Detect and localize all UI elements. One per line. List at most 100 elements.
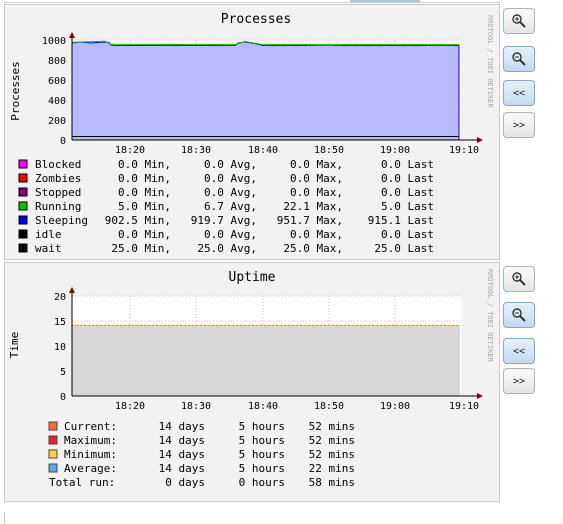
- legend-min: 902.5 Min,: [105, 214, 171, 227]
- uptime-graph-svg: Uptime Time RRDTOOL / TOBI OETIKER 20 15…: [8, 269, 494, 489]
- legend-name: wait: [35, 242, 62, 255]
- zoom-out-button[interactable]: [503, 46, 535, 72]
- graph-title: Uptime: [229, 270, 276, 285]
- legend-avg: 25.0 Avg,: [197, 242, 257, 255]
- legend-days: 14 days: [159, 448, 205, 461]
- x-tick-label: 19:10: [449, 145, 479, 156]
- legend-last: 0.0 Last: [381, 228, 434, 241]
- legend-max: 951.7 Max,: [277, 214, 343, 227]
- legend-last: 25.0 Last: [374, 242, 434, 255]
- x-tick-label: 18:20: [115, 401, 145, 412]
- y-axis-label: Processes: [9, 61, 22, 121]
- legend-min: 25.0 Min,: [111, 242, 171, 255]
- x-tick-label: 19:10: [449, 401, 479, 412]
- x-tick-label: 18:30: [181, 401, 211, 412]
- legend-max: 0.0 Max,: [290, 186, 343, 199]
- legend: Current: 14 days 5 hours 52 mins Maximum…: [48, 420, 355, 489]
- legend-row-sleeping: Sleeping 902.5 Min, 919.7 Avg, 951.7 Max…: [18, 214, 434, 227]
- legend-last: 915.1 Last: [368, 214, 434, 227]
- legend-row-wait: wait 25.0 Min, 25.0 Avg, 25.0 Max, 25.0 …: [18, 242, 434, 255]
- legend-last: 0.0 Last: [381, 172, 434, 185]
- legend-swatch: [18, 243, 28, 253]
- forward-button[interactable]: >>: [503, 368, 535, 394]
- y-tick-label: 200: [48, 116, 66, 127]
- legend-days: 14 days: [159, 434, 205, 447]
- sleeping-area: [72, 42, 459, 140]
- legend-avg: 0.0 Avg,: [204, 172, 257, 185]
- legend-swatch: [18, 159, 28, 169]
- y-axis-arrow: [69, 287, 75, 293]
- x-tick-label: 18:40: [248, 401, 278, 412]
- legend-days: 14 days: [159, 420, 205, 433]
- y-tick-label: 800: [48, 56, 66, 67]
- y-tick-label: 20: [54, 292, 66, 303]
- legend-days: 0 days: [165, 476, 205, 489]
- legend-avg: 0.0 Avg,: [204, 158, 257, 171]
- legend-row-minimum: Minimum: 14 days 5 hours 52 mins: [48, 448, 355, 461]
- legend-max: 25.0 Max,: [283, 242, 343, 255]
- legend: Blocked 0.0 Min, 0.0 Avg, 0.0 Max, 0.0 L…: [18, 158, 434, 255]
- legend-avg: 919.7 Avg,: [191, 214, 257, 227]
- legend-min: 0.0 Min,: [118, 158, 171, 171]
- back-button[interactable]: <<: [503, 338, 535, 364]
- legend-mins: 22 mins: [309, 462, 355, 475]
- uptime-area: [72, 325, 460, 396]
- legend-name: Average:: [64, 462, 117, 475]
- legend-name: Total run:: [49, 476, 115, 489]
- legend-name: Running: [35, 200, 81, 213]
- legend-days: 14 days: [159, 462, 205, 475]
- x-tick-label: 18:20: [115, 145, 145, 156]
- zoom-in-icon: [512, 272, 526, 286]
- legend-row-maximum: Maximum: 14 days 5 hours 52 mins: [48, 434, 355, 447]
- legend-name: Stopped: [35, 186, 81, 199]
- legend-swatch: [48, 435, 58, 445]
- legend-row-current: Current: 14 days 5 hours 52 mins: [48, 420, 355, 433]
- legend-row-zombies: Zombies 0.0 Min, 0.0 Avg, 0.0 Max, 0.0 L…: [18, 172, 434, 185]
- processes-graph: Processes Processes RRDTOOL / TOBI OETIK…: [4, 4, 500, 260]
- y-axis-arrow: [69, 32, 75, 38]
- forward-button[interactable]: >>: [503, 112, 535, 138]
- legend-name: idle: [35, 228, 62, 241]
- legend-row-blocked: Blocked 0.0 Min, 0.0 Avg, 0.0 Max, 0.0 L…: [18, 158, 434, 171]
- legend-min: 0.0 Min,: [118, 228, 171, 241]
- y-tick-label: 600: [48, 76, 66, 87]
- legend-avg: 0.0 Avg,: [204, 186, 257, 199]
- legend-name: Zombies: [35, 172, 81, 185]
- legend-row-average: Average: 14 days 5 hours 22 mins: [48, 462, 355, 475]
- zoom-in-button[interactable]: [503, 266, 535, 292]
- zoom-out-button[interactable]: [503, 302, 535, 328]
- legend-hours: 5 hours: [239, 462, 285, 475]
- legend-swatch: [18, 229, 28, 239]
- legend-swatch: [48, 449, 58, 459]
- legend-name: Current:: [64, 420, 117, 433]
- y-tick-label: 10: [54, 342, 66, 353]
- back-button[interactable]: <<: [503, 80, 535, 106]
- y-tick-label: 5: [60, 367, 66, 378]
- y-tick-label: 1000: [42, 36, 66, 47]
- legend-mins: 52 mins: [309, 448, 355, 461]
- x-tick-label: 19:00: [380, 145, 410, 156]
- y-tick-label: 0: [60, 136, 66, 147]
- zoom-in-button[interactable]: [503, 8, 535, 34]
- legend-swatch: [18, 215, 28, 225]
- y-tick-label: 0: [60, 392, 66, 403]
- legend-row-stopped: Stopped 0.0 Min, 0.0 Avg, 0.0 Max, 0.0 L…: [18, 186, 434, 199]
- legend-swatch: [48, 463, 58, 473]
- y-tick-label: 15: [54, 317, 66, 328]
- legend-max: 0.0 Max,: [290, 158, 343, 171]
- legend-last: 5.0 Last: [381, 200, 434, 213]
- x-tick-label: 18:50: [314, 401, 344, 412]
- legend-min: 5.0 Min,: [118, 200, 171, 213]
- x-axis-arrow: [477, 137, 483, 143]
- page-bottom-edge: [4, 512, 5, 524]
- zoom-out-icon: [512, 308, 526, 322]
- legend-avg: 6.7 Avg,: [204, 200, 257, 213]
- legend-name: Minimum:: [64, 448, 117, 461]
- legend-name: Blocked: [35, 158, 81, 171]
- legend-swatch: [18, 201, 28, 211]
- legend-swatch: [18, 173, 28, 183]
- legend-swatch: [18, 187, 28, 197]
- legend-max: 0.0 Max,: [290, 172, 343, 185]
- x-axis-arrow: [477, 393, 483, 399]
- x-tick-label: 19:00: [380, 401, 410, 412]
